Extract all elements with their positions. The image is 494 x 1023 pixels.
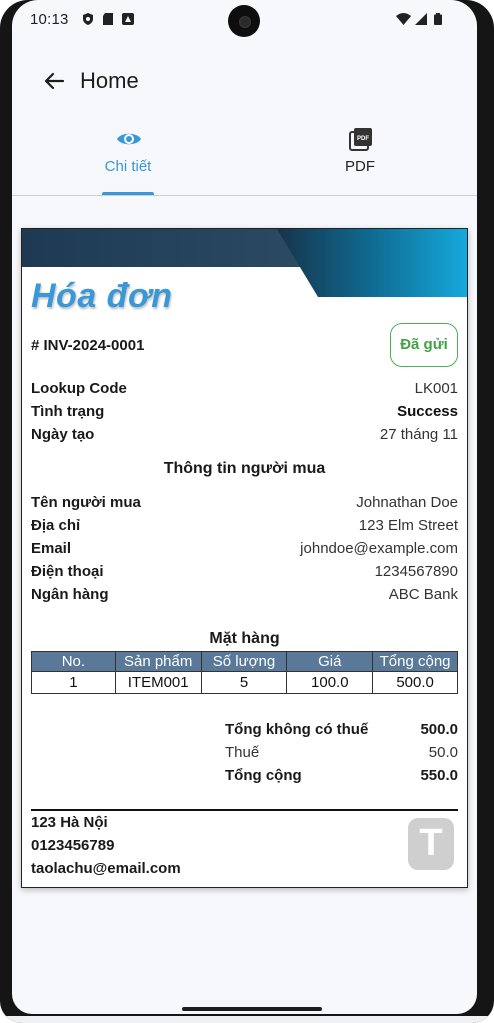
column-header: No. bbox=[31, 651, 116, 672]
buyer-bank-value: ABC Bank bbox=[388, 586, 458, 603]
phone-frame: 10:13 Home Chi tiết PDF PDF Hóa đơn # IN… bbox=[0, 0, 494, 1023]
tab-active-indicator bbox=[102, 192, 154, 195]
table-cell: 1 bbox=[31, 671, 116, 694]
subtotal-label: Tổng không có thuế bbox=[225, 721, 369, 738]
footer-phone: 0123456789 bbox=[31, 837, 115, 854]
status-value: Success bbox=[397, 403, 458, 420]
buyer-phone-label: Điện thoại bbox=[31, 563, 104, 580]
app-bar: Home bbox=[12, 55, 477, 107]
status-row: Tình trạng Success bbox=[31, 403, 458, 423]
buyer-phone-value: 1234567890 bbox=[374, 563, 458, 580]
buyer-name-row: Tên người mua Johnathan Doe bbox=[31, 494, 458, 514]
footer-address: 123 Hà Nội bbox=[31, 814, 108, 831]
total-value: 550.0 bbox=[420, 767, 458, 784]
buyer-address-row: Địa chỉ 123 Elm Street bbox=[31, 517, 458, 537]
buyer-bank-label: Ngân hàng bbox=[31, 586, 109, 603]
home-indicator[interactable] bbox=[182, 1007, 322, 1011]
column-header: Số lượng bbox=[200, 651, 288, 672]
buyer-email-label: Email bbox=[31, 540, 72, 557]
tab-details[interactable]: Chi tiết bbox=[68, 120, 188, 195]
invoice-preview: Hóa đơn # INV-2024-0001 Đã gửi Lookup Co… bbox=[21, 228, 468, 888]
shield-icon bbox=[83, 13, 93, 25]
buyer-address-value: 123 Elm Street bbox=[358, 517, 458, 534]
buyer-address-label: Địa chỉ bbox=[31, 517, 81, 534]
buyer-email-row: Email johndoe@example.com bbox=[31, 540, 458, 560]
created-date-row: Ngày tạo 27 tháng 11 bbox=[31, 426, 458, 446]
app-bar-title: Home bbox=[80, 68, 139, 93]
tax-value: 50.0 bbox=[428, 744, 458, 761]
table-cell: ITEM001 bbox=[114, 671, 202, 694]
total-label: Tổng cộng bbox=[225, 767, 302, 784]
back-arrow-icon[interactable] bbox=[38, 65, 70, 97]
tab-pdf[interactable]: PDF PDF bbox=[300, 120, 420, 195]
column-header: Giá bbox=[286, 651, 374, 672]
subtotal-value: 500.0 bbox=[420, 721, 458, 738]
items-table-header: No. Sản phẩm Số lượng Giá Tổng cộng bbox=[31, 651, 458, 672]
svg-text:PDF: PDF bbox=[357, 136, 369, 142]
bottom-strip bbox=[0, 1016, 494, 1023]
tax-label: Thuế bbox=[225, 744, 260, 761]
logo-letter: T bbox=[419, 822, 443, 864]
signal-icon bbox=[415, 13, 427, 25]
wifi-icon bbox=[396, 13, 411, 25]
tab-bar: Chi tiết PDF PDF bbox=[12, 120, 477, 196]
sd-card-icon bbox=[103, 13, 113, 25]
status-time: 10:13 bbox=[30, 11, 69, 28]
items-section-title: Mặt hàng bbox=[209, 630, 280, 647]
subtotal-row: Tổng không có thuế 500.0 bbox=[225, 721, 458, 741]
eye-icon bbox=[117, 133, 141, 145]
footer-email: taolachu@email.com bbox=[31, 860, 181, 877]
table-row: 1 ITEM001 5 100.0 500.0 bbox=[31, 671, 458, 694]
status-bar: 10:13 bbox=[12, 0, 477, 40]
tax-row: Thuế 50.0 bbox=[225, 744, 458, 764]
table-cell: 100.0 bbox=[286, 671, 374, 694]
footer-divider bbox=[31, 809, 458, 811]
buyer-section-title: Thông tin người mua bbox=[163, 460, 326, 477]
column-header: Sản phẩm bbox=[114, 651, 202, 672]
lookup-code-value: LK001 bbox=[414, 380, 458, 397]
app-notification-icon bbox=[122, 13, 134, 25]
created-date-value: 27 tháng 11 bbox=[379, 426, 458, 443]
lookup-code-row: Lookup Code LK001 bbox=[31, 380, 458, 400]
lookup-code-label: Lookup Code bbox=[31, 380, 127, 397]
pdf-icon: PDF bbox=[349, 128, 372, 151]
invoice-title: Hóa đơn bbox=[31, 277, 173, 315]
status-badge: Đã gửi bbox=[390, 323, 458, 367]
tab-details-label: Chi tiết bbox=[104, 158, 152, 175]
total-row: Tổng cộng 550.0 bbox=[225, 767, 458, 787]
buyer-bank-row: Ngân hàng ABC Bank bbox=[31, 586, 458, 606]
table-cell: 5 bbox=[200, 671, 288, 694]
battery-icon bbox=[434, 13, 442, 25]
buyer-name-value: Johnathan Doe bbox=[356, 494, 458, 511]
front-camera bbox=[228, 5, 260, 37]
items-table: No. Sản phẩm Số lượng Giá Tổng cộng 1 IT… bbox=[31, 651, 458, 694]
created-date-label: Ngày tạo bbox=[31, 426, 95, 443]
status-label: Tình trạng bbox=[31, 403, 105, 420]
company-logo: T bbox=[408, 818, 454, 870]
tab-pdf-label: PDF bbox=[345, 158, 375, 175]
column-header: Tổng cộng bbox=[372, 651, 458, 672]
buyer-phone-row: Điện thoại 1234567890 bbox=[31, 563, 458, 583]
buyer-name-label: Tên người mua bbox=[31, 494, 141, 511]
screen: 10:13 Home Chi tiết PDF PDF Hóa đơn # IN… bbox=[12, 0, 477, 1014]
buyer-email-value: johndoe@example.com bbox=[300, 540, 458, 557]
table-cell: 500.0 bbox=[372, 671, 458, 694]
invoice-number: # INV-2024-0001 bbox=[31, 337, 145, 354]
